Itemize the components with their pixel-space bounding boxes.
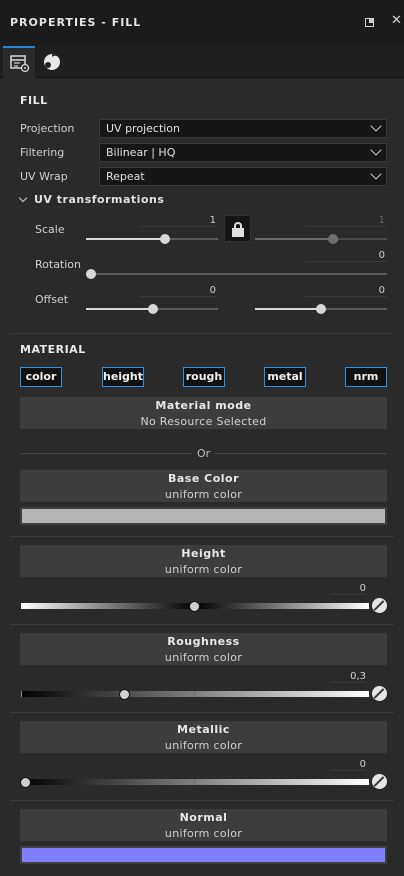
section-divider	[10, 712, 394, 713]
roughness-header[interactable]: Roughness uniform color	[20, 633, 387, 665]
offset-v-knob[interactable]	[316, 304, 326, 314]
base-color-swatch[interactable]	[20, 507, 387, 525]
scale-lock-button[interactable]	[224, 215, 251, 242]
scale-v-knob[interactable]	[328, 234, 338, 244]
uvwrap-label: UV Wrap	[20, 170, 68, 183]
height-value[interactable]: 0	[330, 583, 366, 595]
scale-u-knob[interactable]	[160, 234, 170, 244]
normal-mode: uniform color	[164, 827, 243, 840]
height-title: Height	[181, 547, 226, 560]
channel-rough-button[interactable]: rough	[183, 367, 225, 387]
filtering-dropdown[interactable]: Bilinear | HQ	[99, 143, 387, 162]
offset-u-knob[interactable]	[148, 304, 158, 314]
normal-color-swatch[interactable]	[20, 846, 387, 864]
chevron-down-icon	[370, 120, 382, 132]
tab-material[interactable]	[36, 46, 68, 78]
normal-header[interactable]: Normal uniform color	[20, 809, 387, 841]
base-color-header[interactable]: Base Color uniform color	[20, 470, 387, 502]
scale-u-value[interactable]: 1	[140, 215, 218, 227]
filtering-value: Bilinear | HQ	[106, 146, 176, 159]
channel-nrm-button[interactable]: nrm	[345, 367, 387, 387]
offset-u-value[interactable]: 0	[140, 285, 218, 297]
scale-v-slider[interactable]	[255, 238, 387, 240]
section-divider	[10, 536, 394, 537]
roughness-knob[interactable]	[119, 689, 130, 700]
fill-properties-icon	[10, 55, 30, 73]
chevron-down-icon	[370, 168, 382, 180]
section-divider	[10, 624, 394, 625]
close-icon[interactable]: ✕	[391, 13, 402, 28]
metallic-tick-mid	[194, 779, 195, 785]
scale-label: Scale	[35, 223, 65, 236]
roughness-title: Roughness	[167, 635, 240, 648]
projection-dropdown[interactable]: UV projection	[99, 119, 387, 138]
channel-height-button[interactable]: height	[102, 367, 144, 387]
or-label: Or	[197, 447, 211, 460]
base-color-title: Base Color	[167, 472, 240, 485]
filtering-label: Filtering	[20, 146, 65, 159]
metallic-gradient-slider[interactable]	[21, 779, 369, 785]
undock-icon[interactable]	[365, 18, 374, 27]
height-knob[interactable]	[189, 601, 200, 612]
normal-title: Normal	[179, 811, 228, 824]
scale-v-value[interactable]: 1	[305, 215, 387, 227]
height-color-picker-icon[interactable]	[372, 598, 387, 613]
rotation-slider[interactable]	[86, 273, 387, 275]
uv-transformations-header[interactable]: UV transformations	[18, 193, 165, 206]
section-divider	[10, 800, 394, 801]
material-mode-button[interactable]: Material mode No Resource Selected	[20, 397, 387, 429]
chevron-down-icon	[370, 144, 382, 156]
material-mode-status: No Resource Selected	[140, 415, 267, 428]
metallic-header[interactable]: Metallic uniform color	[20, 721, 387, 753]
channel-color-button[interactable]: color	[20, 367, 62, 387]
roughness-color-picker-icon[interactable]	[372, 686, 387, 701]
rotation-value[interactable]: 0	[305, 250, 387, 262]
tab-fill-properties[interactable]	[3, 46, 35, 78]
tab-bar	[0, 46, 404, 78]
or-divider-right	[215, 453, 387, 454]
height-mode: uniform color	[164, 563, 243, 576]
roughness-tick-mid	[194, 691, 195, 697]
height-header[interactable]: Height uniform color	[20, 545, 387, 577]
panel-title: PROPERTIES - FILL	[10, 16, 142, 29]
metallic-mode: uniform color	[164, 739, 243, 752]
material-mode-title: Material mode	[155, 399, 252, 412]
rotation-label: Rotation	[35, 258, 82, 271]
material-sphere-icon	[44, 54, 61, 70]
metallic-knob[interactable]	[20, 777, 31, 788]
metallic-value[interactable]: 0	[330, 759, 366, 771]
channel-metal-button[interactable]: metal	[264, 367, 306, 387]
metallic-color-picker-icon[interactable]	[372, 774, 387, 789]
roughness-tick-start	[21, 691, 22, 697]
fill-section-title: FILL	[20, 94, 48, 107]
roughness-value[interactable]: 0,3	[330, 671, 366, 683]
rotation-knob[interactable]	[86, 269, 96, 279]
roughness-gradient-slider[interactable]	[21, 691, 369, 697]
metallic-title: Metallic	[177, 723, 230, 736]
offset-v-value[interactable]: 0	[305, 285, 387, 297]
scale-u-slider[interactable]	[86, 238, 218, 240]
uvwrap-dropdown[interactable]: Repeat	[99, 167, 387, 186]
or-divider-left	[20, 453, 192, 454]
panel-titlebar: PROPERTIES - FILL ✕	[0, 0, 404, 46]
roughness-mode: uniform color	[164, 651, 243, 664]
section-divider	[10, 333, 394, 334]
projection-label: Projection	[20, 122, 75, 135]
collapse-arrow-icon	[18, 193, 28, 203]
base-color-mode: uniform color	[164, 488, 243, 501]
material-section-title: MATERIAL	[20, 343, 86, 356]
uvwrap-value: Repeat	[106, 170, 145, 183]
offset-label: Offset	[35, 293, 69, 306]
projection-value: UV projection	[106, 122, 181, 135]
uv-transformations-title: UV transformations	[34, 193, 165, 206]
